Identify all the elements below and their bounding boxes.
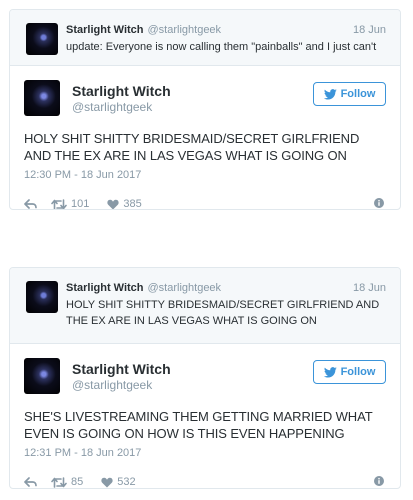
retweet-count: 85	[71, 476, 84, 488]
tweet-card-2: Starlight Witch @starlightgeek 18 Jun HO…	[9, 267, 401, 489]
tweet-text: SHE'S LIVESTREAMING THEM GETTING MARRIED…	[24, 409, 373, 441]
reply-button[interactable]	[24, 199, 37, 209]
tweet-actions: 85 532	[24, 472, 386, 488]
parent-author-name[interactable]: Starlight Witch	[66, 23, 144, 37]
parent-author-name[interactable]: Starlight Witch	[66, 281, 144, 295]
parent-avatar[interactable]	[26, 23, 58, 55]
follow-button[interactable]: Follow	[313, 360, 386, 384]
reply-icon	[24, 477, 37, 487]
like-button[interactable]: 385	[107, 198, 142, 210]
parent-tweet-text: update: Everyone is now calling them "pa…	[66, 41, 377, 53]
heart-icon	[101, 477, 113, 487]
parent-avatar[interactable]	[26, 281, 58, 313]
heart-icon	[107, 199, 119, 209]
tweet-actions: 101 385	[24, 194, 386, 210]
main-tweet: Starlight Witch @starlightgeek Follow HO…	[10, 66, 400, 210]
like-button[interactable]: 532	[101, 476, 136, 488]
parent-tweet-header: Starlight Witch @starlightgeek 18 Jun	[66, 23, 386, 37]
follow-button-label: Follow	[340, 88, 376, 100]
tweet-text: HOLY SHIT SHITTY BRIDESMAID/SECRET GIRLF…	[24, 131, 360, 163]
main-tweet-header: Starlight Witch @starlightgeek Follow	[24, 80, 386, 120]
parent-tweet-date[interactable]: 18 Jun	[353, 23, 386, 37]
retweet-button[interactable]: 101	[51, 198, 90, 210]
parent-tweet[interactable]: Starlight Witch @starlightgeek 18 Jun HO…	[10, 268, 400, 344]
avatar[interactable]	[24, 358, 60, 394]
retweet-count: 101	[71, 198, 90, 210]
retweet-button[interactable]: 85	[51, 476, 83, 488]
parent-tweet[interactable]: Starlight Witch @starlightgeek 18 Jun up…	[10, 10, 400, 66]
parent-tweet-date[interactable]: 18 Jun	[353, 281, 386, 295]
like-count: 385	[123, 198, 142, 210]
tweet-timestamp[interactable]: 12:31 PM - 18 Jun 2017	[24, 446, 386, 460]
twitter-bird-icon	[323, 88, 337, 99]
info-icon[interactable]	[374, 476, 384, 486]
retweet-icon	[51, 476, 67, 488]
retweet-icon	[51, 198, 67, 209]
avatar[interactable]	[24, 80, 60, 116]
follow-button-label: Follow	[340, 366, 376, 378]
follow-button[interactable]: Follow	[313, 82, 386, 106]
parent-tweet-text: HOLY SHIT SHITTY BRIDESMAID/SECRET GIRLF…	[66, 299, 380, 327]
like-count: 532	[117, 476, 136, 488]
main-tweet-header: Starlight Witch @starlightgeek Follow	[24, 358, 386, 398]
tweet-card-1: Starlight Witch @starlightgeek 18 Jun up…	[9, 9, 401, 210]
reply-icon	[24, 199, 37, 209]
info-icon[interactable]	[374, 198, 384, 208]
tweet-timestamp[interactable]: 12:30 PM - 18 Jun 2017	[24, 168, 386, 182]
main-tweet: Starlight Witch @starlightgeek Follow SH…	[10, 344, 400, 488]
reply-button[interactable]	[24, 477, 37, 487]
twitter-bird-icon	[323, 366, 337, 377]
parent-tweet-header: Starlight Witch @starlightgeek 18 Jun	[66, 281, 386, 295]
parent-author-handle[interactable]: @starlightgeek	[148, 281, 222, 295]
parent-author-handle[interactable]: @starlightgeek	[148, 23, 222, 37]
